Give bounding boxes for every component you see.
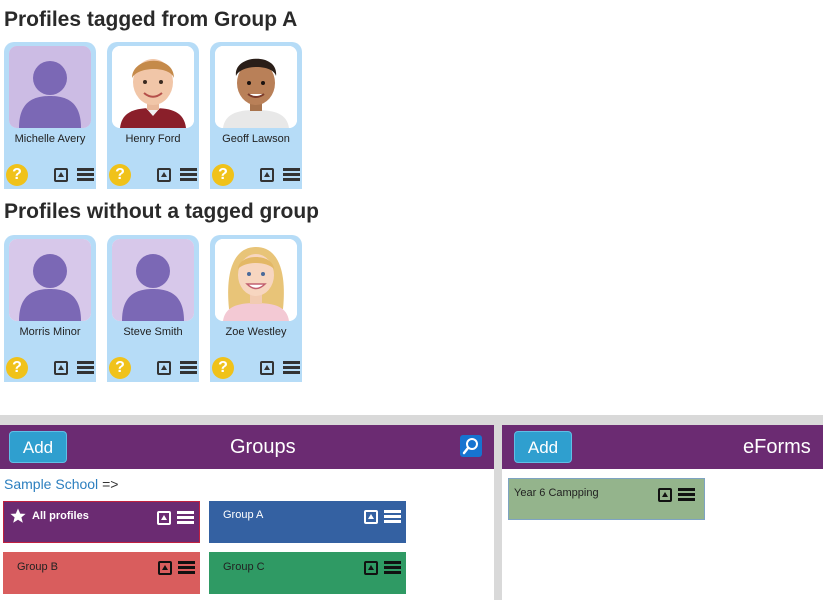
menu-icon[interactable] (678, 488, 695, 502)
help-icon[interactable]: ? (212, 357, 234, 379)
breadcrumb: Sample School => (4, 476, 118, 492)
help-icon[interactable]: ? (109, 164, 131, 186)
boy-portrait-photo (215, 46, 297, 128)
menu-icon[interactable] (177, 511, 194, 525)
menu-icon[interactable] (180, 361, 197, 375)
menu-icon[interactable] (180, 168, 197, 182)
eforms-panel-header: Add eForms (502, 425, 823, 469)
expand-icon[interactable] (157, 511, 171, 525)
profile-card[interactable]: Zoe Westley ? (210, 235, 302, 382)
girl-portrait-photo (215, 239, 297, 321)
group-tile-group-a[interactable]: Group A (209, 501, 406, 543)
menu-icon[interactable] (283, 168, 300, 182)
tagged-profiles-heading: Profiles tagged from Group A (4, 8, 298, 31)
expand-icon[interactable] (364, 510, 378, 524)
add-eform-button[interactable]: Add (514, 431, 572, 463)
profile-name: Michelle Avery (14, 133, 86, 145)
expand-icon[interactable] (54, 361, 68, 375)
expand-icon[interactable] (260, 168, 274, 182)
untagged-profiles-heading: Profiles without a tagged group (4, 200, 319, 223)
menu-icon[interactable] (77, 168, 94, 182)
add-group-button[interactable]: Add (9, 431, 67, 463)
menu-icon[interactable] (283, 361, 300, 375)
expand-icon[interactable] (157, 168, 171, 182)
menu-icon[interactable] (178, 561, 195, 575)
star-icon (10, 508, 26, 523)
breadcrumb-link-sample-school[interactable]: Sample School (4, 476, 98, 492)
silhouette-photo (9, 239, 91, 321)
help-icon[interactable]: ? (6, 357, 28, 379)
eform-tile-label: Year 6 Campping (514, 487, 599, 499)
menu-icon[interactable] (384, 510, 401, 524)
profile-name: Geoff Lawson (222, 133, 290, 145)
profile-card[interactable]: Geoff Lawson ? (210, 42, 302, 189)
group-tile-group-c[interactable]: Group C (209, 552, 406, 594)
expand-icon[interactable] (364, 561, 378, 575)
profile-name: Morris Minor (19, 326, 81, 338)
search-icon[interactable] (460, 435, 482, 457)
menu-icon[interactable] (77, 361, 94, 375)
profile-name: Zoe Westley (225, 326, 287, 338)
group-tile-group-b[interactable]: Group B (3, 552, 200, 594)
profile-card[interactable]: Henry Ford ? (107, 42, 199, 189)
boy-portrait-photo (112, 46, 194, 128)
profile-name: Steve Smith (123, 326, 183, 338)
help-icon[interactable]: ? (212, 164, 234, 186)
expand-icon[interactable] (54, 168, 68, 182)
help-icon[interactable]: ? (109, 357, 131, 379)
help-icon[interactable]: ? (6, 164, 28, 186)
panel-divider[interactable] (0, 415, 823, 425)
menu-icon[interactable] (384, 561, 401, 575)
panel-splitter[interactable] (494, 425, 502, 600)
silhouette-photo (112, 239, 194, 321)
expand-icon[interactable] (658, 488, 672, 502)
silhouette-photo (9, 46, 91, 128)
group-tile-all-profiles[interactable]: All profiles (3, 501, 200, 543)
profile-card[interactable]: Michelle Avery ? (4, 42, 96, 189)
profile-card[interactable]: Morris Minor ? (4, 235, 96, 382)
eform-tile-year-6-campping[interactable]: Year 6 Campping (508, 478, 705, 520)
expand-icon[interactable] (260, 361, 274, 375)
group-tile-label: Group B (17, 561, 58, 573)
profile-name: Henry Ford (125, 133, 181, 145)
expand-icon[interactable] (157, 361, 171, 375)
breadcrumb-arrow: => (102, 476, 119, 492)
groups-panel-header: Add Groups (0, 425, 494, 469)
groups-title: Groups (230, 436, 296, 458)
profile-card[interactable]: Steve Smith ? (107, 235, 199, 382)
expand-icon[interactable] (158, 561, 172, 575)
eforms-title: eForms (743, 436, 811, 458)
group-tile-label: Group A (223, 509, 264, 521)
group-tile-label: All profiles (32, 510, 89, 522)
group-tile-label: Group C (223, 561, 265, 573)
